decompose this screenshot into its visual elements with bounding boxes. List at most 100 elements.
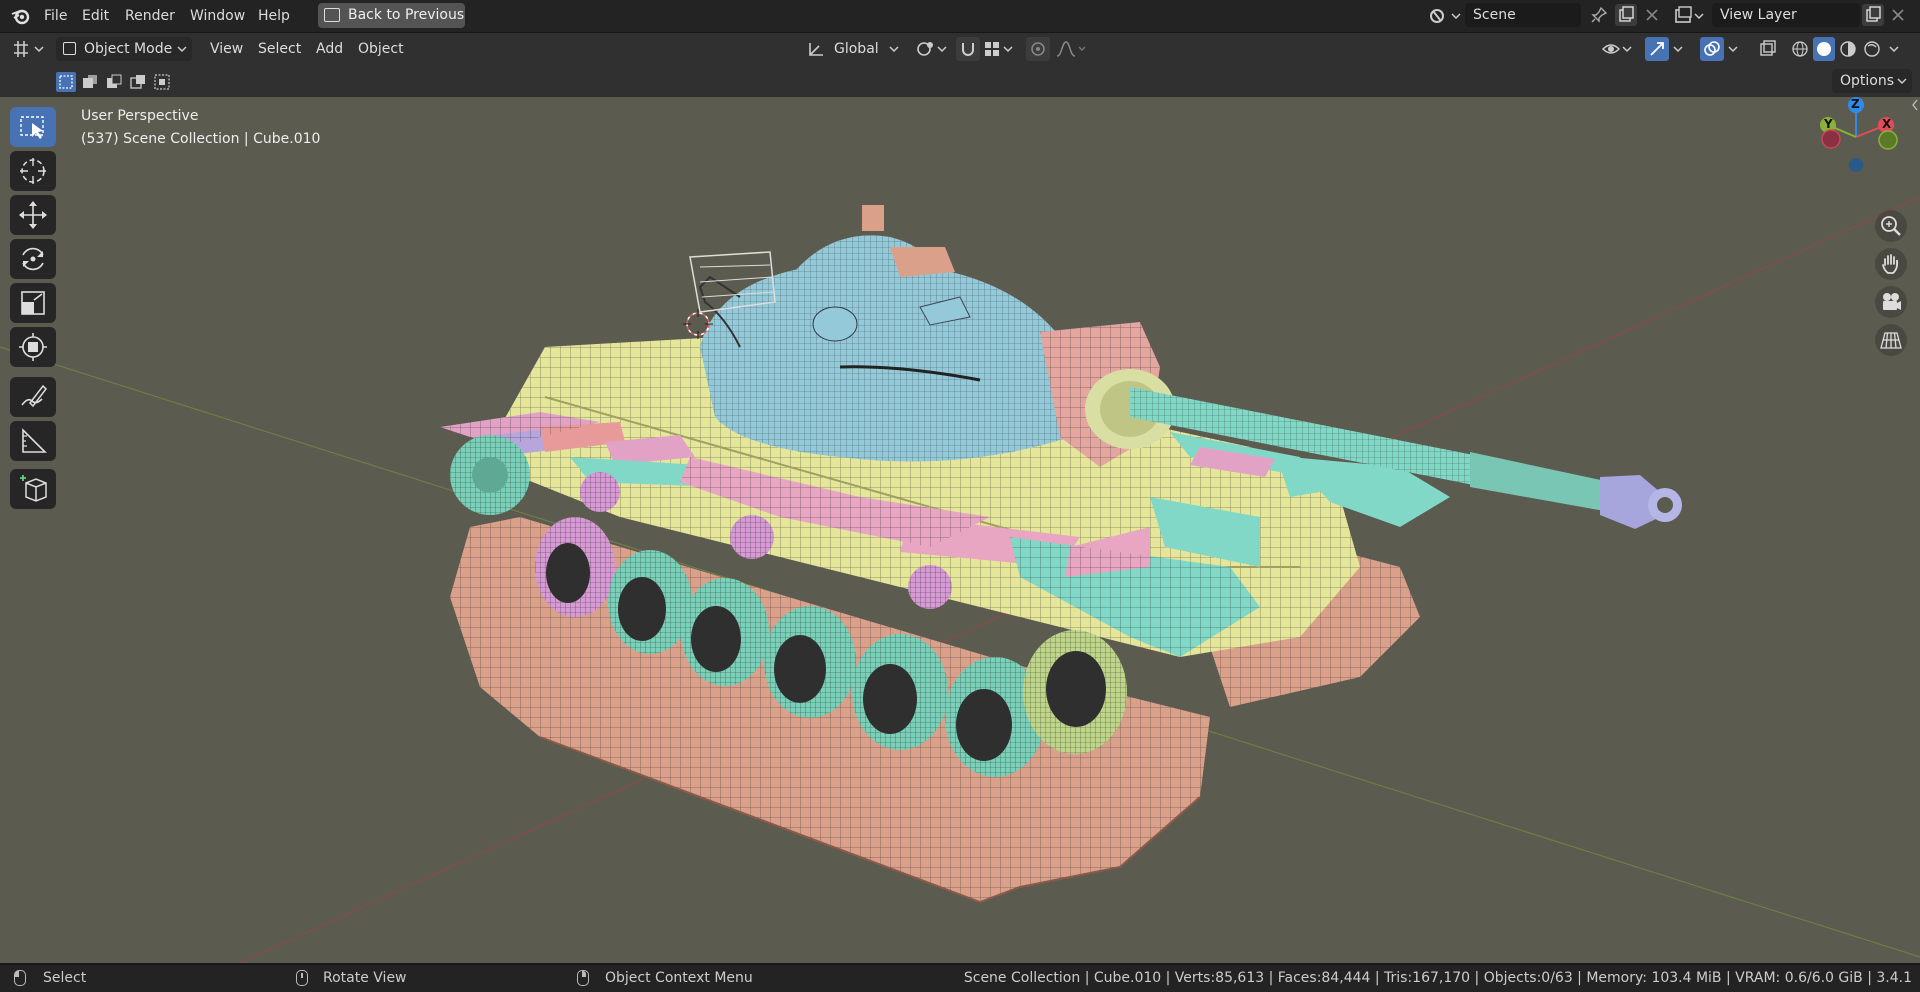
tool-select-box[interactable] <box>10 107 56 147</box>
back-to-previous-button[interactable]: Back to Previous <box>318 3 465 28</box>
orientation-icon <box>806 40 826 58</box>
sidebar-toggle-icon[interactable] <box>1910 97 1920 113</box>
transform-icon <box>19 333 47 361</box>
pivot-point-icon[interactable] <box>914 37 950 61</box>
solid-shading-icon[interactable] <box>1813 37 1835 61</box>
menu-object[interactable]: Object <box>358 37 404 61</box>
options-dropdown[interactable]: Options <box>1832 69 1912 93</box>
viewport-header: Object Mode View Select Add Object Globa… <box>0 33 1920 65</box>
annotate-icon <box>21 384 47 408</box>
select-mode-extend-icon[interactable] <box>80 72 100 92</box>
rendered-shading-icon[interactable] <box>1861 37 1883 61</box>
tool-rotate[interactable] <box>10 239 56 279</box>
tank-turret <box>689 205 1085 462</box>
top-menu-bar: File Edit Render Window Help Back to Pre… <box>0 0 1920 33</box>
tool-move[interactable] <box>10 195 56 235</box>
tool-annotate[interactable] <box>10 377 56 417</box>
perspective-label: User Perspective <box>81 108 199 124</box>
scene-canvas[interactable] <box>0 97 1920 963</box>
grid-perspective-icon <box>1880 332 1902 349</box>
select-mode-invert-icon[interactable] <box>128 72 148 92</box>
status-select-label: Select <box>43 970 87 986</box>
object-mode-dropdown[interactable]: Object Mode <box>56 37 192 61</box>
menu-window[interactable]: Window <box>190 6 245 26</box>
object-mode-label: Object Mode <box>84 41 173 57</box>
view-layer-name-field[interactable]: View Layer <box>1712 3 1860 27</box>
visibility-icon[interactable] <box>1600 37 1634 61</box>
scene-name-value: Scene <box>1473 7 1516 23</box>
tool-settings-header: Options <box>0 65 1920 97</box>
axis-y-label: Y <box>1824 117 1833 131</box>
menu-select[interactable]: Select <box>258 37 301 61</box>
wireframe-shading-icon[interactable] <box>1789 37 1811 61</box>
snap-toggle-icon[interactable] <box>956 37 980 61</box>
snap-element-icon[interactable] <box>982 37 1016 61</box>
select-mode-new-icon[interactable] <box>56 72 76 92</box>
material-shading-icon[interactable] <box>1837 37 1859 61</box>
proportional-edit-icon[interactable] <box>1026 37 1050 61</box>
navigation-gizmo[interactable]: Z X Y <box>1810 97 1910 181</box>
mouse-middle-icon <box>296 970 308 986</box>
tool-scale[interactable] <box>10 283 56 323</box>
zoom-view-button[interactable] <box>1875 210 1907 242</box>
view-layer-name-value: View Layer <box>1720 7 1797 23</box>
mouse-left-icon <box>14 970 26 986</box>
tool-measure[interactable] <box>10 421 56 461</box>
select-mode-intersect-icon[interactable] <box>152 72 172 92</box>
options-label: Options <box>1840 73 1895 89</box>
delete-view-layer-icon[interactable] <box>1889 6 1907 24</box>
tool-add-cube[interactable] <box>10 469 56 509</box>
rotate-icon <box>22 247 44 271</box>
camera-icon <box>1883 293 1901 310</box>
scene-type-icon[interactable] <box>1428 5 1462 27</box>
back-to-previous-label: Back to Previous <box>348 7 465 23</box>
falloff-curve-icon[interactable] <box>1054 37 1090 61</box>
transform-orientation-dropdown[interactable]: Global <box>804 37 904 61</box>
menu-help[interactable]: Help <box>258 6 290 26</box>
delete-scene-icon[interactable] <box>1643 6 1661 24</box>
view-layer-type-icon[interactable] <box>1673 5 1707 27</box>
new-view-layer-icon[interactable] <box>1862 4 1884 26</box>
axis-z-label: Z <box>1851 97 1860 111</box>
scale-icon <box>21 291 45 315</box>
overlays-toggle-icon[interactable] <box>1700 37 1724 61</box>
editor-type-icon[interactable] <box>10 37 50 61</box>
chevron-down-icon <box>1896 73 1908 89</box>
toggle-perspective-button[interactable] <box>1875 324 1907 356</box>
menu-add[interactable]: Add <box>316 37 343 61</box>
tool-cursor[interactable] <box>10 151 56 191</box>
status-context-menu-label: Object Context Menu <box>605 970 753 986</box>
add-cube-icon <box>20 475 47 502</box>
chevron-down-icon <box>888 41 900 57</box>
hand-icon <box>1882 254 1899 274</box>
collection-label: (537) Scene Collection | Cube.010 <box>81 131 321 147</box>
move-icon <box>19 201 47 229</box>
pin-icon[interactable] <box>1590 6 1608 24</box>
tool-transform[interactable] <box>10 327 56 367</box>
chevron-down-icon[interactable] <box>1672 41 1684 57</box>
menu-file[interactable]: File <box>44 6 67 26</box>
new-scene-icon[interactable] <box>1615 4 1637 26</box>
3d-viewport[interactable]: User Perspective (537) Scene Collection … <box>0 97 1920 963</box>
drive-sprocket <box>450 435 530 515</box>
status-scene-stats: Scene Collection | Cube.010 | Verts:85,6… <box>963 970 1912 986</box>
gizmo-toggle-icon[interactable] <box>1645 37 1669 61</box>
menu-view[interactable]: View <box>210 37 243 61</box>
object-mode-icon <box>63 42 76 55</box>
xray-toggle-icon[interactable] <box>1756 37 1780 61</box>
menu-render[interactable]: Render <box>125 6 175 26</box>
status-bar: Select Rotate View Object Context Menu S… <box>0 964 1920 992</box>
blender-logo-icon[interactable] <box>10 6 32 26</box>
pan-view-button[interactable] <box>1875 248 1907 280</box>
back-icon <box>324 8 340 22</box>
menu-edit[interactable]: Edit <box>82 6 109 26</box>
select-mode-subtract-icon[interactable] <box>104 72 124 92</box>
chevron-down-icon[interactable] <box>1727 41 1739 57</box>
zoom-icon <box>1881 216 1901 236</box>
transform-orientation-label: Global <box>834 41 879 57</box>
camera-view-button[interactable] <box>1875 286 1907 318</box>
scene-name-field[interactable]: Scene <box>1465 3 1581 27</box>
mouse-right-icon <box>577 970 589 986</box>
measure-icon <box>22 428 47 453</box>
chevron-down-icon[interactable] <box>1888 41 1900 57</box>
